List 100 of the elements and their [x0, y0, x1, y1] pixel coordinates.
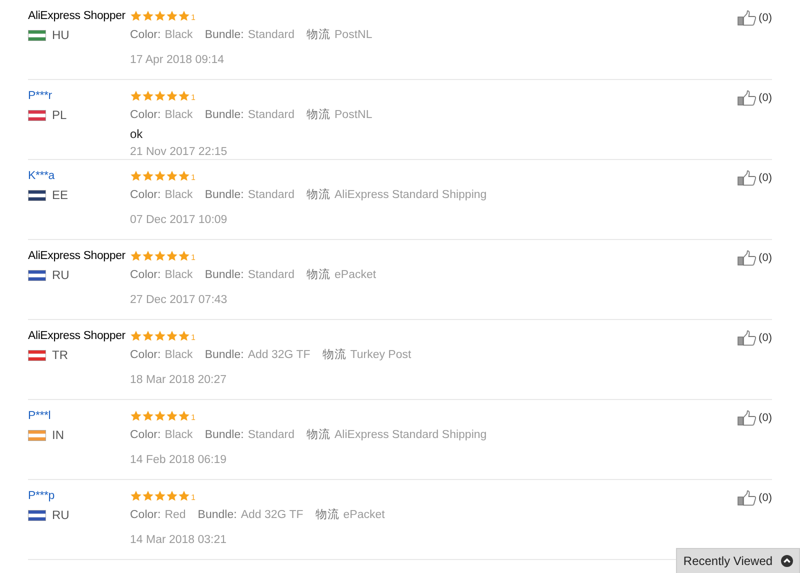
review-date: 18 Mar 2018 20:27 [130, 373, 228, 388]
star-icon [178, 10, 190, 22]
attribute-label: Color: [130, 269, 161, 281]
attribute-label: 物流 [306, 29, 331, 41]
review-date: 07 Dec 2017 10:09 [130, 213, 228, 228]
star-icon [166, 410, 178, 422]
attribute-value: PostNL [334, 109, 372, 121]
star-icon [178, 170, 190, 182]
recently-viewed-tab[interactable]: Recently Viewed [676, 548, 800, 573]
attribute-label: 物流 [315, 509, 340, 521]
attribute-value: Black [164, 189, 193, 201]
attribute-label: 物流 [306, 189, 331, 201]
attribute-value: ePacket [343, 509, 385, 521]
star-icon [154, 90, 166, 102]
star-icon [178, 330, 190, 342]
star-icon [130, 10, 142, 22]
star-icon [166, 250, 178, 262]
rating-number: 1 [191, 253, 196, 262]
star-icon [142, 10, 154, 22]
attribute-label: 物流 [306, 109, 331, 121]
star-icon [130, 90, 142, 102]
star-icon [130, 170, 142, 182]
star-icon [130, 490, 142, 502]
country-code: RU [52, 508, 70, 522]
thumbs-up-icon[interactable] [736, 250, 757, 266]
star-icon [166, 170, 178, 182]
attribute-label: Color: [130, 29, 161, 41]
star-icon [166, 90, 178, 102]
country-code: EE [52, 188, 68, 202]
star-icon [142, 170, 154, 182]
attribute-value: Standard [248, 189, 295, 201]
attribute-label: Color: [130, 349, 161, 361]
star-icon [178, 250, 190, 262]
star-icon [178, 90, 190, 102]
attribute-label: Bundle: [204, 269, 244, 281]
like-count: (0) [758, 251, 772, 266]
star-icon [130, 330, 142, 342]
reviewer-name[interactable]: P***p [28, 488, 130, 504]
like-count: (0) [758, 11, 772, 26]
reviewer-name[interactable]: K***a [28, 168, 130, 184]
country-code: HU [52, 28, 70, 42]
reviewer-name[interactable]: P***l [28, 408, 130, 424]
thumbs-up-icon[interactable] [736, 170, 757, 186]
country-code: TR [52, 348, 68, 362]
country-code: PL [52, 108, 67, 122]
country-code: RU [52, 268, 70, 282]
like-count: (0) [758, 411, 772, 426]
star-icon [142, 490, 154, 502]
attribute-value: Black [164, 29, 193, 41]
attribute-label: 物流 [306, 269, 331, 281]
attribute-label: Color: [130, 109, 161, 121]
attribute-value: Add 32G TF [248, 349, 310, 361]
star-icon [166, 330, 178, 342]
thumbs-up-icon[interactable] [736, 90, 757, 106]
review-date: 27 Dec 2017 07:43 [130, 293, 228, 308]
attribute-label: Bundle: [204, 109, 244, 121]
attribute-value: PostNL [334, 29, 372, 41]
review-date: 14 Feb 2018 06:19 [130, 453, 228, 468]
review-date: 17 Apr 2018 09:14 [130, 53, 225, 68]
reviewer-name: AliExpress Shopper [28, 9, 126, 24]
attribute-value: Add 32G TF [240, 509, 304, 521]
attribute-value: Standard [248, 429, 295, 441]
attribute-label: 物流 [306, 429, 331, 441]
reviewer-name[interactable]: P***r [28, 88, 130, 104]
attribute-label: 物流 [322, 349, 346, 361]
attribute-value: Black [164, 349, 193, 361]
attribute-value: Red [164, 509, 186, 521]
rating-number: 1 [191, 493, 196, 502]
rating-number: 1 [191, 13, 196, 22]
review-date: 14 Mar 2018 03:21 [130, 533, 228, 548]
thumbs-up-icon[interactable] [736, 10, 757, 26]
star-icon [130, 250, 142, 262]
attribute-value: ePacket [334, 269, 376, 281]
attribute-value: Turkey Post [350, 349, 412, 361]
rating-number: 1 [191, 93, 196, 102]
star-icon [154, 410, 166, 422]
review-comment: ok [130, 126, 144, 143]
attribute-label: Color: [130, 189, 161, 201]
attribute-value: Standard [248, 269, 295, 281]
attribute-label: Color: [130, 429, 161, 441]
attribute-value: Black [164, 429, 193, 441]
reviewer-name: AliExpress Shopper [28, 249, 126, 264]
country-code: IN [52, 428, 64, 442]
attribute-label: Bundle: [204, 349, 244, 361]
attribute-label: Bundle: [198, 509, 237, 521]
thumbs-up-icon[interactable] [736, 490, 757, 506]
star-icon [142, 330, 154, 342]
star-icon [178, 410, 190, 422]
star-icon [154, 330, 166, 342]
star-icon [142, 250, 154, 262]
thumbs-up-icon[interactable] [736, 410, 757, 426]
like-count: (0) [758, 331, 772, 346]
star-icon [142, 90, 154, 102]
like-count: (0) [758, 491, 772, 506]
reviewer-name: AliExpress Shopper [28, 329, 126, 344]
chevron-up-icon [780, 555, 793, 567]
thumbs-up-icon[interactable] [736, 330, 757, 346]
star-icon [178, 490, 190, 502]
star-icon [154, 250, 166, 262]
rating-number: 1 [191, 333, 196, 342]
